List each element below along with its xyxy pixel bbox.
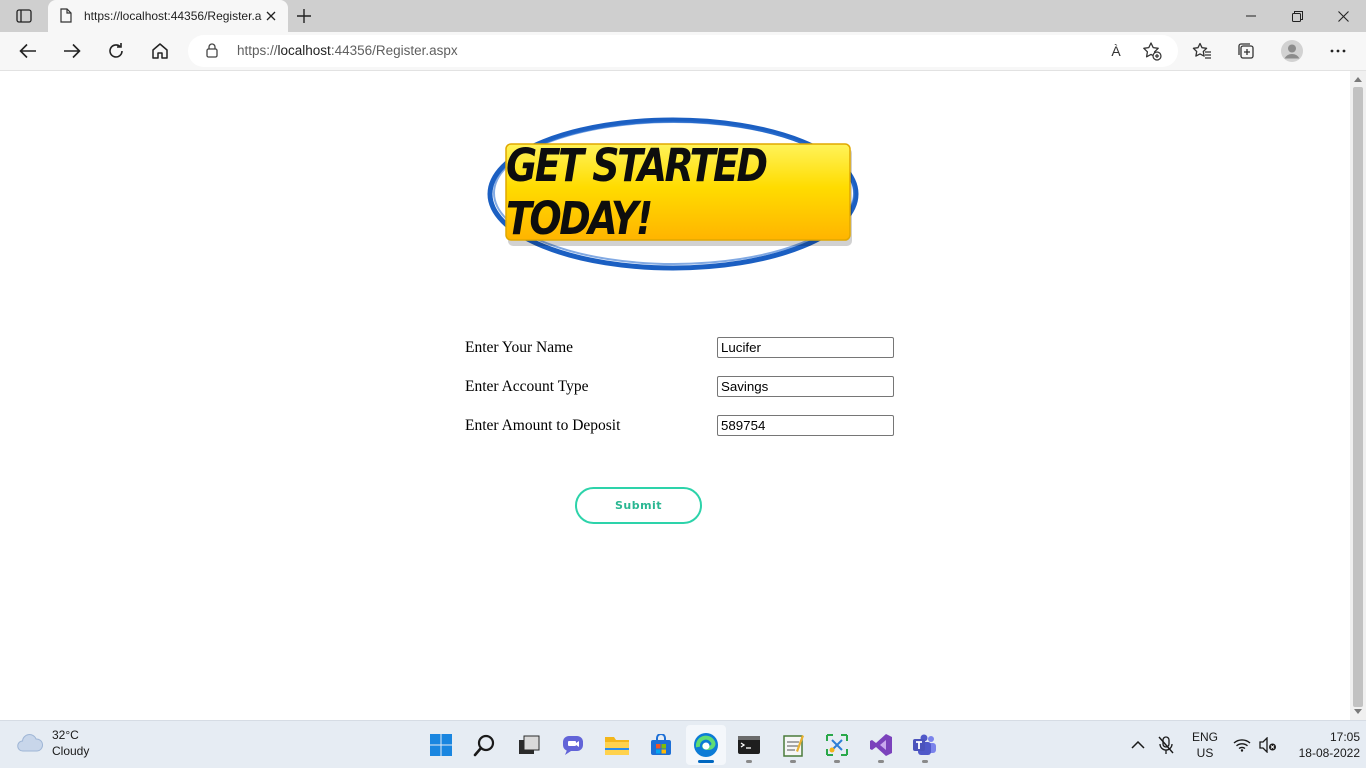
banner-text: GET STARTED TODAY! [506, 139, 768, 245]
weather-temperature: 32°C [52, 728, 79, 742]
new-tab-icon[interactable] [292, 4, 316, 28]
more-options-icon[interactable] [1322, 36, 1354, 66]
home-icon[interactable] [144, 36, 176, 66]
running-indicator [790, 760, 796, 763]
tab-strip: https://localhost:44356/Register.aspx [0, 0, 1366, 32]
amount-label: Enter Amount to Deposit [465, 417, 621, 434]
submit-button[interactable]: Submit [575, 487, 702, 524]
weather-widget[interactable]: 32°C Cloudy [16, 727, 89, 759]
close-window-icon[interactable] [1320, 0, 1366, 32]
favorites-icon[interactable] [1186, 36, 1218, 66]
start-icon[interactable] [421, 725, 461, 765]
keyboard-region: US [1196, 746, 1214, 760]
restore-icon[interactable] [1274, 0, 1320, 32]
scrollbar-thumb[interactable] [1353, 87, 1363, 707]
visual-studio-icon[interactable] [861, 725, 901, 765]
amount-input[interactable] [717, 415, 894, 436]
cloud-icon [17, 734, 43, 752]
language-code: ENG [1191, 730, 1218, 744]
running-indicator [922, 760, 928, 763]
browser-tab[interactable]: https://localhost:44356/Register.aspx [48, 0, 288, 32]
url-host: localhost [277, 43, 331, 58]
task-view-icon[interactable] [509, 725, 549, 765]
url-path: :44356/Register.aspx [330, 43, 458, 58]
chat-icon[interactable] [553, 725, 593, 765]
teams-icon[interactable] [905, 725, 945, 765]
forward-icon[interactable] [56, 36, 88, 66]
scroll-down-icon[interactable] [1354, 709, 1362, 714]
clock-time: 17:05 [1329, 730, 1360, 744]
lock-icon[interactable] [206, 43, 218, 63]
close-tab-icon[interactable] [262, 7, 280, 25]
running-indicator [834, 760, 840, 763]
tab-title: https://localhost:44356/Register.aspx [84, 9, 262, 23]
active-app-indicator [698, 760, 714, 763]
read-aloud-icon[interactable]: À [1102, 39, 1130, 63]
page-icon [60, 8, 74, 24]
wifi-icon[interactable] [1230, 733, 1254, 757]
minimize-icon[interactable] [1228, 0, 1274, 32]
clock[interactable]: 17:05 18-08-2022 [1284, 729, 1360, 761]
edge-browser-icon[interactable] [686, 725, 726, 765]
profile-avatar[interactable] [1276, 36, 1308, 66]
url-scheme: https:// [237, 43, 278, 58]
search-icon[interactable] [465, 725, 505, 765]
address-bar[interactable]: https://localhost:44356/Register.aspx À [188, 35, 1178, 67]
running-indicator [746, 760, 752, 763]
language-indicator[interactable]: ENG US [1190, 729, 1220, 761]
snipping-tool-icon[interactable] [817, 725, 857, 765]
add-favorite-icon[interactable] [1138, 39, 1166, 63]
back-icon[interactable] [12, 36, 44, 66]
taskbar: 32°C Cloudy ENG US 17:05 18-08-2022 [0, 720, 1366, 768]
account-type-label: Enter Account Type [465, 378, 589, 395]
collections-icon[interactable] [1230, 36, 1262, 66]
chevron-up-icon[interactable] [1126, 733, 1150, 757]
file-explorer-icon[interactable] [597, 725, 637, 765]
account-type-input[interactable] [717, 376, 894, 397]
terminal-icon[interactable] [729, 725, 769, 765]
weather-description: Cloudy [52, 744, 90, 758]
clock-date: 18-08-2022 [1298, 746, 1360, 760]
notepad-icon[interactable] [773, 725, 813, 765]
microphone-muted-icon[interactable] [1154, 733, 1178, 757]
name-label: Enter Your Name [465, 339, 574, 356]
running-indicator [878, 760, 884, 763]
refresh-icon[interactable] [100, 36, 132, 66]
vertical-scrollbar[interactable] [1350, 71, 1366, 720]
scroll-up-icon[interactable] [1354, 77, 1362, 82]
name-input[interactable] [717, 337, 894, 358]
navigation-bar: https://localhost:44356/Register.aspx À [0, 32, 1366, 71]
volume-muted-icon[interactable] [1256, 733, 1280, 757]
store-icon[interactable] [641, 725, 681, 765]
tab-actions-icon[interactable] [8, 4, 40, 28]
url-text[interactable]: https://localhost:44356/Register.aspx [237, 43, 458, 58]
